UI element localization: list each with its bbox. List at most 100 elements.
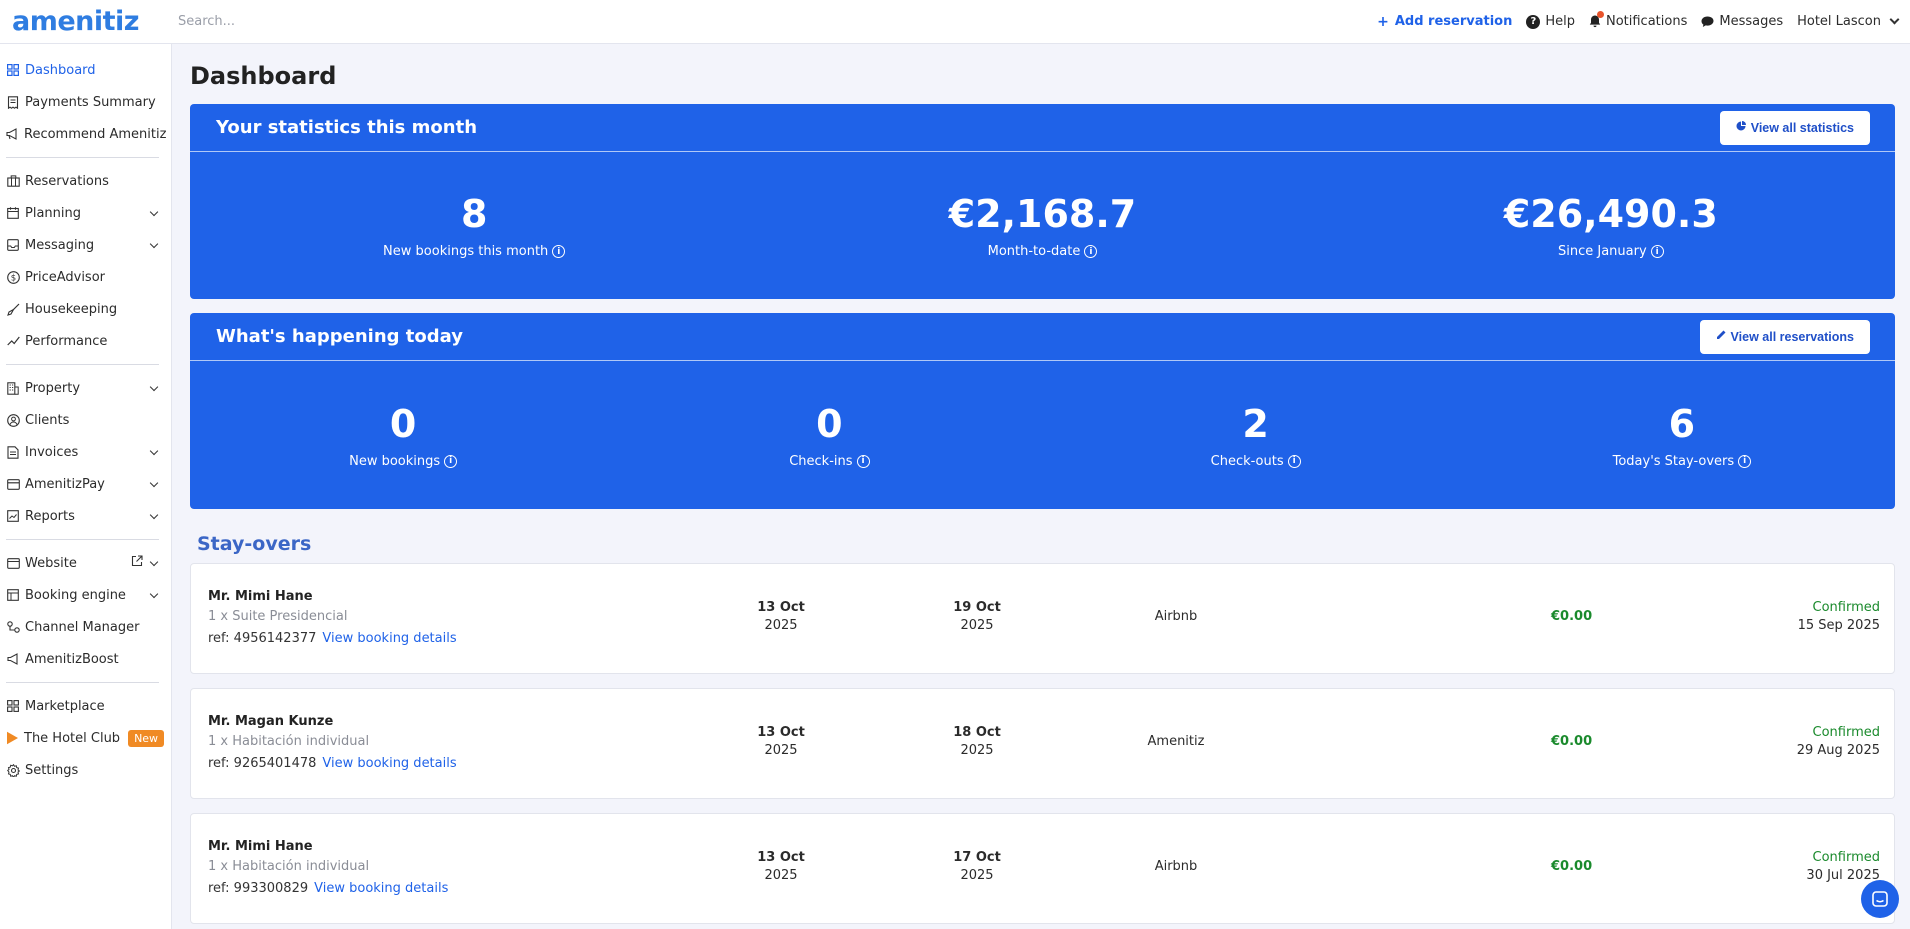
help-button[interactable]: ? Help xyxy=(1526,14,1575,29)
notifications-button[interactable]: Notifications xyxy=(1589,11,1688,29)
view-booking-details-link[interactable]: View booking details xyxy=(322,631,456,646)
play-icon xyxy=(6,731,19,745)
chevron-down-icon xyxy=(1889,14,1900,25)
stat-label-text: Since January xyxy=(1557,244,1647,259)
add-reservation-button[interactable]: + Add reservation xyxy=(1377,14,1512,30)
marketplace-icon xyxy=(6,699,20,713)
sidebar-item-label: Website xyxy=(25,555,77,571)
sidebar-item-label: Reservations xyxy=(25,173,109,189)
check-out-date: 18 Oct 2025 xyxy=(937,725,1017,758)
sidebar-item-messaging[interactable]: Messaging xyxy=(0,229,171,261)
chevron-down-icon xyxy=(149,207,159,216)
sidebar-item-priceadvisor[interactable]: $ PriceAdvisor xyxy=(0,261,171,293)
bell-icon xyxy=(1589,11,1604,28)
sidebar-item-property[interactable]: Property xyxy=(0,372,171,404)
sidebar-item-recommend-amenitiz[interactable]: Recommend Amenitiz xyxy=(0,118,171,150)
booking-status: Confirmed 15 Sep 2025 xyxy=(1798,600,1880,633)
button-label: View all statistics xyxy=(1750,120,1854,135)
panel-title: What's happening today xyxy=(216,326,463,347)
panel-header: Your statistics this month View all stat… xyxy=(190,104,1895,152)
chevron-down-icon xyxy=(149,382,159,391)
info-icon[interactable]: i xyxy=(1650,245,1664,258)
check-in-date: 13 Oct 2025 xyxy=(741,850,821,883)
sidebar-item-website[interactable]: Website xyxy=(0,547,171,579)
view-booking-details-link[interactable]: View booking details xyxy=(314,881,448,896)
sidebar-item-label: Settings xyxy=(25,762,79,778)
top-actions: + Add reservation ? Help Notifications M… xyxy=(1363,11,1910,30)
info-icon[interactable]: i xyxy=(552,245,566,258)
notifications-label: Notifications xyxy=(1605,14,1688,29)
stat-since-january: €26,490.3 Since January i xyxy=(1327,192,1895,259)
sidebar-item-label: Messaging xyxy=(25,237,95,253)
stat-value: 2 xyxy=(1242,401,1269,446)
view-all-statistics-button[interactable]: View all statistics xyxy=(1719,110,1870,145)
guest-name: Mr. Magan Kunze xyxy=(208,714,334,729)
sidebar-item-marketplace[interactable]: Marketplace xyxy=(0,690,171,722)
sidebar-item-label: Booking engine xyxy=(25,587,126,603)
sidebar-item-planning[interactable]: Planning xyxy=(0,197,171,229)
stat-check-ins: 0 Check-ins i xyxy=(616,402,1042,469)
notification-dot xyxy=(1596,11,1604,18)
view-all-reservations-button[interactable]: View all reservations xyxy=(1699,319,1870,354)
guest-name: Mr. Mimi Hane xyxy=(208,839,313,854)
add-reservation-label: Add reservation xyxy=(1394,14,1513,29)
stat-label: New bookings this month i xyxy=(383,244,566,259)
booking-status: Confirmed 29 Aug 2025 xyxy=(1797,725,1880,758)
sidebar: Dashboard Payments Summary Recommend Ame… xyxy=(0,44,172,929)
amenitiz-logo[interactable]: amenitiz xyxy=(0,6,172,37)
booking-icon xyxy=(6,588,20,602)
stat-label: Month-to-date i xyxy=(988,244,1098,259)
check-in-day: 13 Oct xyxy=(757,850,805,865)
sidebar-item-label: Channel Manager xyxy=(25,619,140,635)
sidebar-item-performance[interactable]: Performance xyxy=(0,325,171,357)
today-panel: What's happening today View all reservat… xyxy=(190,313,1895,509)
clients-icon xyxy=(6,413,20,427)
sidebar-item-channel-manager[interactable]: Channel Manager xyxy=(0,611,171,643)
info-icon[interactable]: i xyxy=(1738,454,1752,468)
stat-month-to-date: €2,168.7 Month-to-date i xyxy=(758,192,1326,259)
info-icon[interactable]: i xyxy=(856,454,870,468)
hotel-selector[interactable]: Hotel Lascon xyxy=(1797,14,1900,29)
check-out-date: 19 Oct 2025 xyxy=(937,600,1017,633)
info-icon[interactable]: i xyxy=(1287,454,1301,468)
sidebar-item-label: Marketplace xyxy=(25,698,105,714)
sidebar-item-invoices[interactable]: Invoices xyxy=(0,436,171,468)
sidebar-item-label: Property xyxy=(25,380,81,396)
svg-text:$: $ xyxy=(10,273,15,283)
stat-label: Check-ins i xyxy=(789,453,870,469)
check-out-day: 17 Oct xyxy=(953,850,1001,865)
reservation-row: Mr. Mimi Hane 1 x Suite Presidencial ref… xyxy=(190,563,1895,674)
external-link-icon[interactable] xyxy=(131,555,143,571)
search-input[interactable] xyxy=(178,6,578,37)
inbox-icon xyxy=(6,238,20,252)
sidebar-item-the-hotel-club[interactable]: The Hotel Club New xyxy=(0,722,171,754)
info-icon[interactable]: i xyxy=(1084,245,1098,258)
sidebar-item-dashboard[interactable]: Dashboard xyxy=(0,54,171,86)
sidebar-item-booking-engine[interactable]: Booking engine xyxy=(0,579,171,611)
boost-icon xyxy=(6,652,20,666)
stat-label-text: Check-ins xyxy=(789,453,853,469)
sidebar-item-label: Housekeeping xyxy=(25,301,118,317)
view-booking-details-link[interactable]: View booking details xyxy=(322,756,456,771)
support-chat-button[interactable] xyxy=(1861,880,1899,918)
sidebar-item-reservations[interactable]: Reservations xyxy=(0,165,171,197)
info-icon[interactable]: i xyxy=(444,454,458,468)
sidebar-item-amenitizpay[interactable]: AmenitizPay xyxy=(0,468,171,500)
status-label: Confirmed xyxy=(1812,725,1881,740)
sidebar-item-reports[interactable]: Reports xyxy=(0,500,171,532)
messages-button[interactable]: Messages xyxy=(1701,14,1783,29)
guest-name: Mr. Mimi Hane xyxy=(208,589,313,604)
sidebar-item-payments-summary[interactable]: Payments Summary xyxy=(0,86,171,118)
stats-row: 8 New bookings this month i €2,168.7 Mont… xyxy=(190,152,1895,299)
sidebar-item-label: Payments Summary xyxy=(25,94,156,110)
pen-icon xyxy=(1716,330,1726,343)
stat-value: 8 xyxy=(460,192,488,236)
status-date: 30 Jul 2025 xyxy=(1806,868,1880,883)
sidebar-item-clients[interactable]: Clients xyxy=(0,404,171,436)
sidebar-item-label: AmenitizPay xyxy=(25,476,105,492)
sidebar-item-housekeeping[interactable]: Housekeeping xyxy=(0,293,171,325)
sidebar-item-amenitizboost[interactable]: AmenitizBoost xyxy=(0,643,171,675)
check-out-date: 17 Oct 2025 xyxy=(937,850,1017,883)
booking-ref-text: ref: 9265401478 xyxy=(208,756,317,771)
sidebar-item-settings[interactable]: Settings xyxy=(0,754,171,786)
